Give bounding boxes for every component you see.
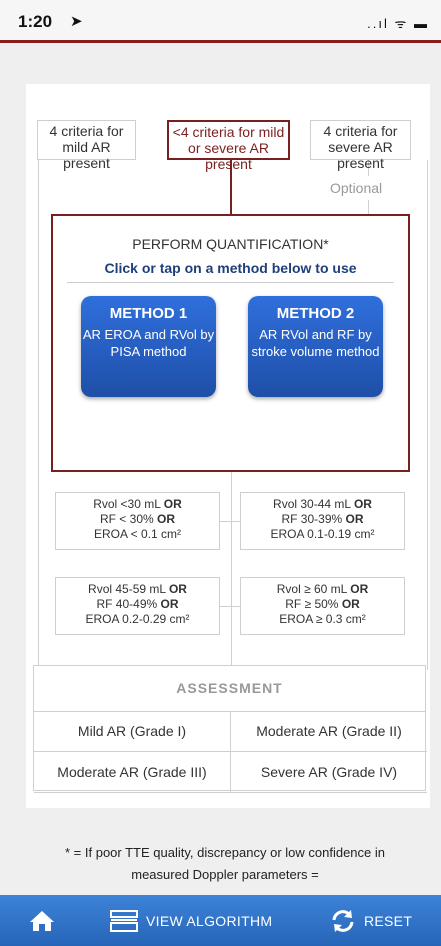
connector-h1 xyxy=(220,521,240,522)
eroa-value: EROA < 0.1 cm² xyxy=(93,527,182,541)
or-label: OR xyxy=(345,512,364,526)
status-bar: 1:20 ➤ ..ıl ᯤ ▬ xyxy=(0,0,441,40)
rvol-value: Rvol ≥ 60 mL xyxy=(276,582,347,596)
assessment-cell: Mild AR (Grade I) xyxy=(34,711,231,752)
criteria-grade-2-box: Rvol 30-44 mL OR RF 30-39% OR EROA 0.1-0… xyxy=(240,492,405,550)
method-1-description: AR EROA and RVol by PISA method xyxy=(82,327,215,359)
connector-left xyxy=(38,160,39,670)
view-algorithm-label: VIEW ALGORITHM xyxy=(146,912,273,929)
criteria-mild-box[interactable]: 4 criteria for mild AR present xyxy=(37,120,136,171)
footnote-text: * = If poor TTE quality, discrepancy or … xyxy=(65,845,385,882)
connector-right xyxy=(427,160,428,670)
eroa-value: EROA ≥ 0.3 cm² xyxy=(279,612,366,626)
rf-value: RF ≥ 50% xyxy=(285,597,339,611)
quantification-title: PERFORM QUANTIFICATION* xyxy=(132,236,329,252)
criteria-grade-3-box: Rvol 45-59 mL OR RF 40-49% OR EROA 0.2-0… xyxy=(55,577,220,635)
home-icon xyxy=(28,909,56,933)
quantification-box: PERFORM QUANTIFICATION* Click or tap on … xyxy=(51,214,410,472)
rf-value: RF < 30% xyxy=(99,512,154,526)
criteria-grade-1-box: Rvol <30 mL OR RF < 30% OR EROA < 0.1 cm… xyxy=(55,492,220,550)
assessment-cell: Moderate AR (Grade II) xyxy=(231,711,427,752)
home-button[interactable] xyxy=(28,895,56,946)
header-divider xyxy=(0,40,441,43)
reset-label: RESET xyxy=(364,912,413,929)
refresh-icon xyxy=(330,909,356,933)
method-2-button[interactable]: METHOD 2 AR RVol and RF by stroke volume… xyxy=(248,296,383,397)
assessment-title: ASSESSMENT xyxy=(34,666,425,712)
rvol-value: Rvol 30-44 mL xyxy=(273,497,351,511)
bottom-toolbar: VIEW ALGORITHM RESET xyxy=(0,895,441,946)
connector-center xyxy=(231,472,232,665)
criteria-middle-box[interactable]: <4 criteria for mild or severe AR presen… xyxy=(167,120,290,172)
quantification-instructions: Click or tap on a method below to use xyxy=(67,260,394,283)
connector-h2 xyxy=(220,606,240,607)
list-icon xyxy=(110,909,138,932)
assessment-cell: Severe AR (Grade IV) xyxy=(231,752,427,793)
or-label: OR xyxy=(353,497,372,511)
location-arrow-icon: ➤ xyxy=(70,13,83,30)
or-label: OR xyxy=(168,582,187,596)
method-2-title: METHOD 2 xyxy=(276,305,355,322)
status-time: 1:20 xyxy=(18,12,53,31)
rvol-value: Rvol <30 mL xyxy=(93,497,161,511)
rf-value: RF 30-39% xyxy=(281,512,343,526)
or-label: OR xyxy=(341,597,360,611)
connector-optional-2 xyxy=(368,200,369,214)
view-algorithm-button[interactable]: VIEW ALGORITHM xyxy=(110,895,272,946)
criteria-grade-4-box: Rvol ≥ 60 mL OR RF ≥ 50% OR EROA ≥ 0.3 c… xyxy=(240,577,405,635)
or-label: OR xyxy=(350,582,369,596)
assessment-table: ASSESSMENT Mild AR (Grade I) Moderate AR… xyxy=(33,665,427,793)
signal-wifi-battery-icons: ..ıl ᯤ ▬ xyxy=(367,16,429,31)
rvol-value: Rvol 45-59 mL xyxy=(88,582,166,596)
criteria-severe-box[interactable]: 4 criteria for severe AR present xyxy=(310,120,411,171)
or-label: OR xyxy=(160,597,179,611)
method-2-description: AR RVol and RF by stroke volume method xyxy=(251,327,380,359)
method-1-button[interactable]: METHOD 1 AR EROA and RVol by PISA method xyxy=(81,296,216,397)
optional-label: Optional xyxy=(330,180,383,196)
eroa-value: EROA 0.1-0.19 cm² xyxy=(270,527,375,541)
or-label: OR xyxy=(157,512,176,526)
or-label: OR xyxy=(163,497,182,511)
rf-value: RF 40-49% xyxy=(96,597,158,611)
method-1-title: METHOD 1 xyxy=(109,305,188,322)
reset-button[interactable]: RESET xyxy=(330,895,412,946)
assessment-cell: Moderate AR (Grade III) xyxy=(34,752,231,793)
eroa-value: EROA 0.2-0.29 cm² xyxy=(85,612,190,626)
